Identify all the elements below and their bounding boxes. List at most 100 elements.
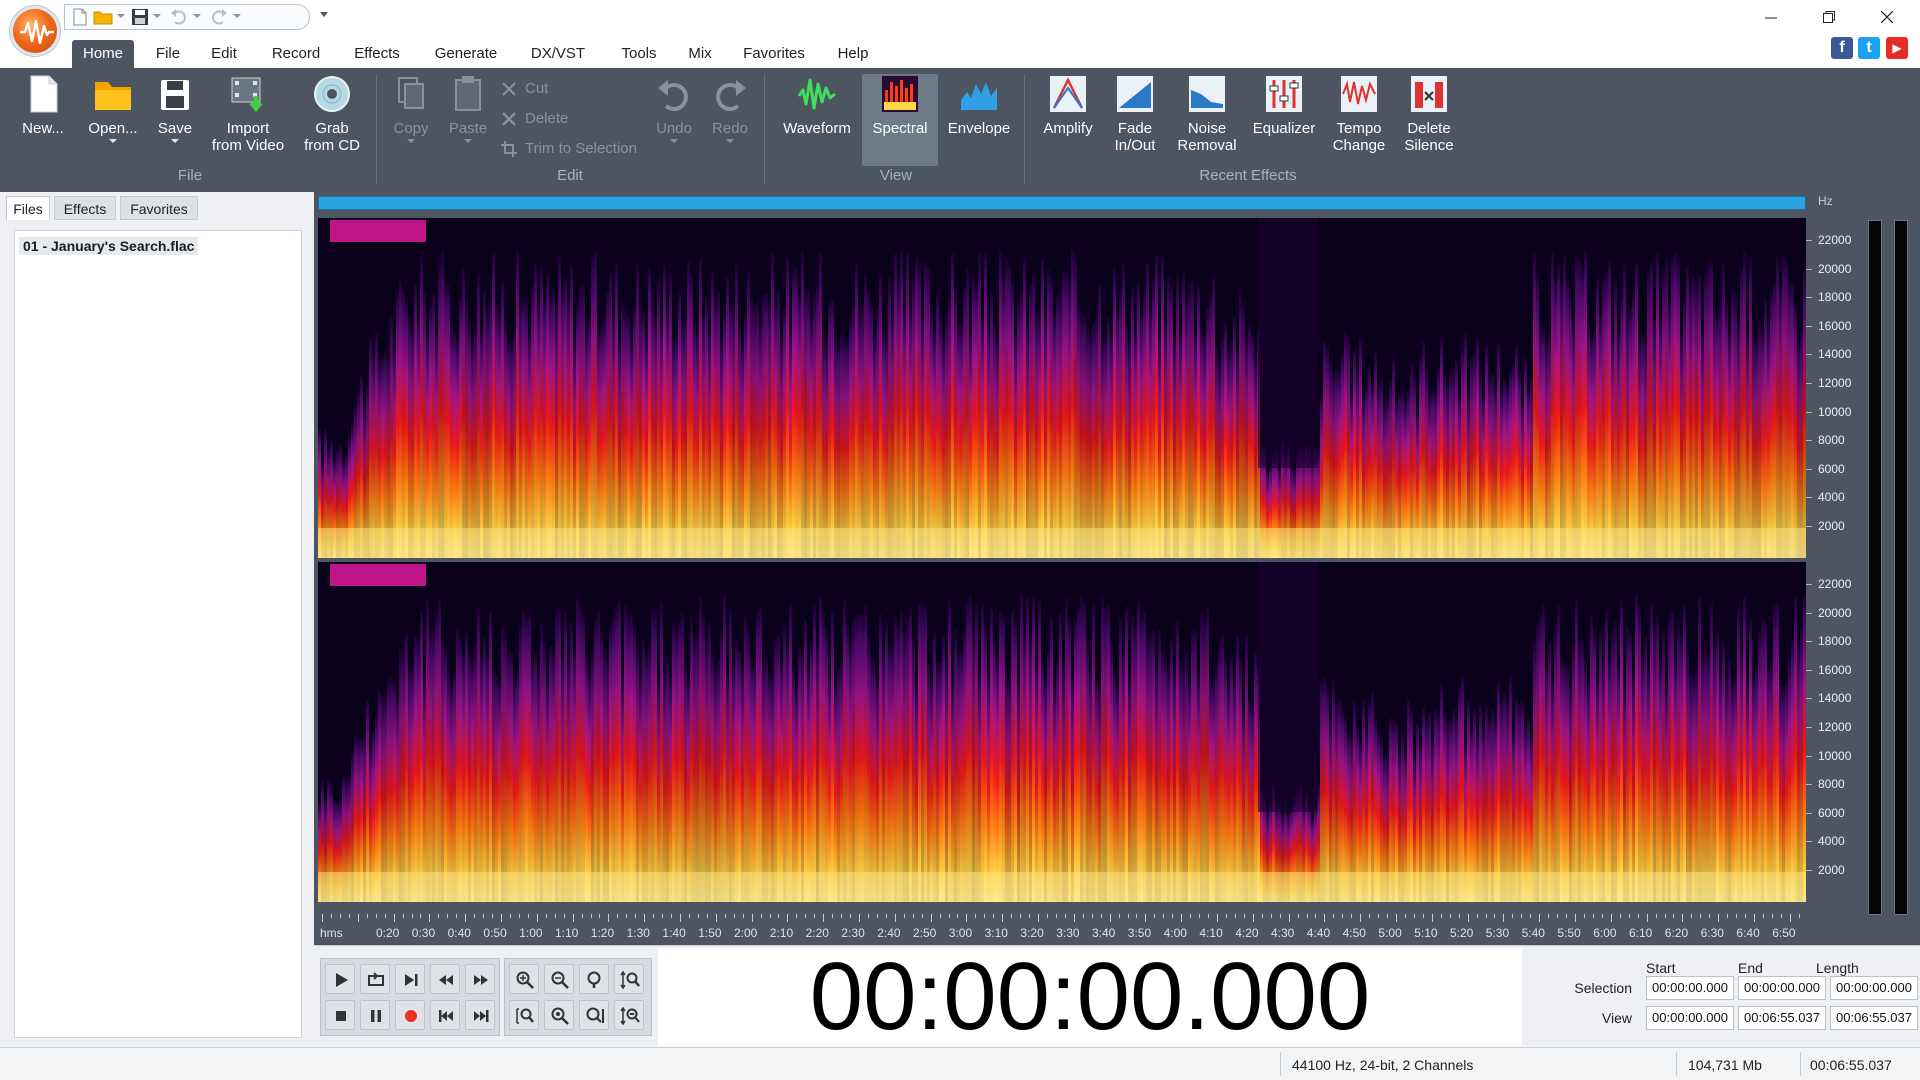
tab-home[interactable]: Home [72, 40, 134, 68]
fast-forward-button[interactable] [465, 964, 495, 994]
skip-start-button[interactable] [430, 1000, 460, 1030]
overview-scroll-bar[interactable] [318, 196, 1806, 210]
spectrogram-column [1011, 609, 1014, 902]
tab-file[interactable]: File [150, 44, 186, 64]
save-icon[interactable] [131, 8, 151, 26]
time-ruler[interactable]: hms 0:20 0:30 0:40 0:50 1:00 1:10 1:20 1:30 1:40… [318, 914, 1806, 945]
level-meter-left [1868, 220, 1882, 915]
open-dropdown-icon[interactable] [117, 14, 125, 18]
spectrogram-column [576, 596, 579, 902]
close-button[interactable] [1858, 0, 1916, 34]
zoom-full-button[interactable] [544, 1000, 574, 1030]
copy-button[interactable]: Copy [386, 74, 436, 143]
fade-in-out-button[interactable]: Fade In/Out [1104, 74, 1166, 154]
playback-controls [320, 958, 500, 1036]
waveform-editor[interactable]: Hz hms 0:20 0:30 0:40 0:50 1:00 1:10 1:20 1:30 1… [314, 192, 1920, 945]
paste-button[interactable]: Paste [442, 74, 494, 143]
spectrogram-column [525, 298, 528, 558]
tab-edit[interactable]: Edit [206, 44, 242, 64]
spectrogram-column [1005, 258, 1008, 558]
selection-end-field[interactable]: 00:00:00.000 [1738, 976, 1826, 1000]
spectrogram-column [1320, 680, 1323, 902]
spectrogram-column [1674, 659, 1677, 902]
facebook-icon[interactable]: f [1831, 37, 1853, 59]
youtube-icon[interactable]: ▶ [1886, 37, 1908, 59]
save-dropdown-icon[interactable] [153, 14, 161, 18]
view-end-field[interactable]: 00:06:55.037 [1738, 1006, 1826, 1030]
record-button[interactable] [395, 1000, 425, 1030]
import-from-video-button[interactable]: Import from Video [206, 74, 290, 154]
customize-toolbar-icon[interactable] [320, 12, 328, 17]
stop-button[interactable] [325, 1000, 355, 1030]
envelope-view-button[interactable]: Envelope [944, 74, 1014, 137]
rewind-button[interactable] [430, 964, 460, 994]
undo-icon[interactable] [169, 8, 189, 26]
selection-length-field[interactable]: 00:00:00.000 [1830, 976, 1918, 1000]
tab-mix[interactable]: Mix [682, 44, 718, 64]
undo-dropdown-icon[interactable] [670, 139, 678, 143]
redo-dropdown-icon[interactable] [726, 139, 734, 143]
panel-tab-favorites[interactable]: Favorites [120, 196, 198, 220]
zoom-100-button[interactable] [579, 964, 609, 994]
open-button[interactable]: Open... [82, 74, 144, 143]
tab-dxvst[interactable]: DX/VST [526, 44, 590, 64]
tab-help[interactable]: Help [830, 44, 876, 64]
open-folder-icon[interactable] [93, 8, 113, 26]
zoom-in-button[interactable] [509, 964, 539, 994]
play-button[interactable] [325, 964, 355, 994]
spectral-view-button[interactable]: Spectral [862, 74, 938, 137]
minimize-button[interactable] [1742, 0, 1800, 34]
twitter-icon[interactable]: t [1858, 37, 1880, 59]
redo-dropdown-icon[interactable] [233, 14, 241, 18]
spectrogram-channel-right[interactable] [318, 562, 1806, 902]
tab-favorites[interactable]: Favorites [738, 44, 810, 64]
tab-tools[interactable]: Tools [616, 44, 662, 64]
grab-from-cd-button[interactable]: Grab from CD [296, 74, 368, 154]
equalizer-button[interactable]: Equalizer [1248, 74, 1320, 137]
skip-end-button[interactable] [465, 1000, 495, 1030]
time-tick [1073, 914, 1075, 922]
new-icon[interactable] [73, 8, 93, 26]
tab-generate[interactable]: Generate [430, 44, 502, 64]
save-dropdown-icon[interactable] [171, 139, 179, 143]
file-list-item[interactable]: 01 - January's Search.flac [19, 237, 199, 255]
wavepad-logo-icon[interactable] [10, 6, 60, 56]
copy-dropdown-icon[interactable] [407, 139, 415, 143]
tab-record[interactable]: Record [266, 44, 326, 64]
view-length-field[interactable]: 00:06:55.037 [1830, 1006, 1918, 1030]
zoom-vertical-in-button[interactable] [614, 964, 644, 994]
save-button[interactable]: Save [152, 74, 198, 143]
selection-start-field[interactable]: 00:00:00.000 [1646, 976, 1734, 1000]
redo-icon[interactable] [209, 8, 229, 26]
copy-icon [391, 74, 431, 114]
view-start-field[interactable]: 00:00:00.000 [1646, 1006, 1734, 1030]
spectrogram-column [1593, 331, 1596, 558]
pause-button[interactable] [360, 1000, 390, 1030]
spectrogram-channel-left[interactable] [318, 218, 1806, 558]
play-to-end-button[interactable] [395, 964, 425, 994]
redo-button[interactable]: Redo [706, 74, 754, 143]
loop-button[interactable] [360, 964, 390, 994]
panel-tab-effects[interactable]: Effects [54, 196, 116, 220]
noise-removal-button[interactable]: Noise Removal [1172, 74, 1242, 154]
tempo-change-button[interactable]: Tempo Change [1326, 74, 1392, 154]
undo-dropdown-icon[interactable] [193, 14, 201, 18]
waveform-view-button[interactable]: Waveform [778, 74, 856, 137]
open-dropdown-icon[interactable] [109, 139, 117, 143]
delete-silence-button[interactable]: Delete Silence [1398, 74, 1460, 154]
new-button[interactable]: New... [14, 74, 72, 137]
zoom-selection-button[interactable] [509, 1000, 539, 1030]
spectrogram-column [1029, 633, 1032, 902]
zoom-vertical-out-button[interactable] [614, 1000, 644, 1030]
panel-tab-files[interactable]: Files [6, 196, 50, 220]
tab-effects[interactable]: Effects [348, 44, 406, 64]
zoom-out-button[interactable] [544, 964, 574, 994]
restore-button[interactable] [1800, 0, 1858, 34]
undo-button[interactable]: Undo [650, 74, 698, 143]
amplify-button[interactable]: Amplify [1038, 74, 1098, 137]
zoom-fit-button[interactable] [579, 1000, 609, 1030]
spectrogram-column [1200, 612, 1203, 902]
paste-dropdown-icon[interactable] [464, 139, 472, 143]
time-tick-label: 1:10 [555, 926, 579, 940]
time-tick [814, 914, 816, 918]
